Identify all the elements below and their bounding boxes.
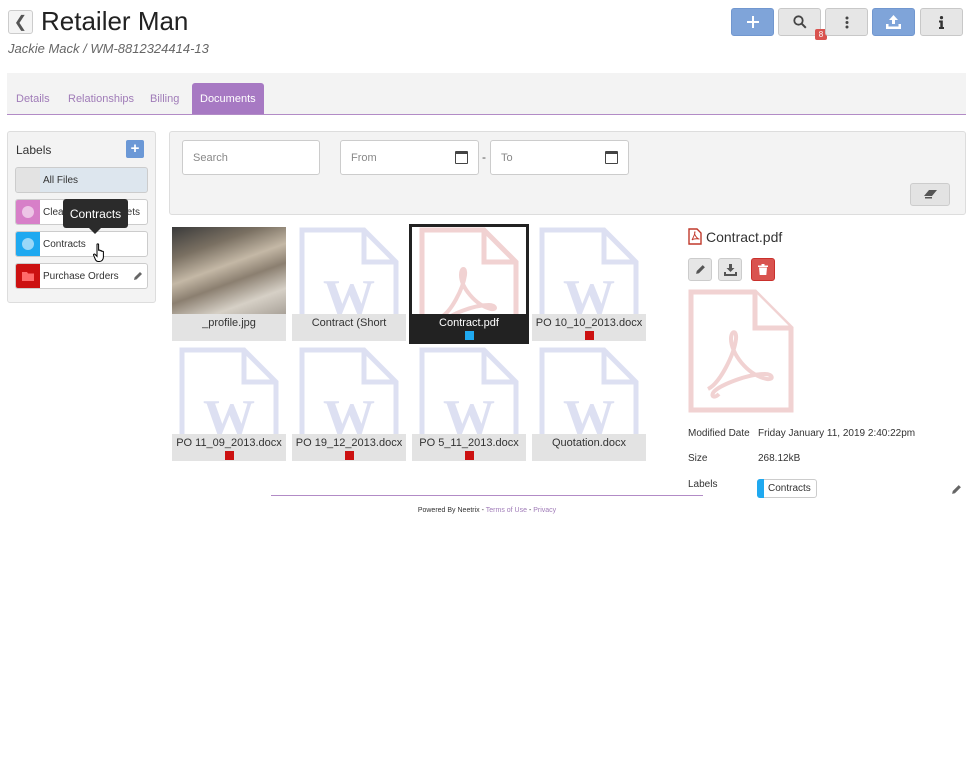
modified-date-label: Modified Date bbox=[688, 428, 750, 439]
label-swatch bbox=[16, 200, 40, 224]
range-separator: - bbox=[482, 150, 486, 164]
calendar-icon[interactable] bbox=[455, 151, 468, 164]
file-label-marker bbox=[584, 331, 594, 340]
file-name: Quotation.docx bbox=[552, 437, 626, 449]
footer: Powered By Neetrix - Terms of Use - Priv… bbox=[271, 507, 703, 514]
label-swatch bbox=[16, 232, 40, 256]
more-vertical-icon bbox=[845, 16, 848, 28]
from-date-input[interactable]: From bbox=[340, 140, 479, 175]
add-label-button[interactable]: + bbox=[126, 140, 144, 158]
download-icon bbox=[723, 263, 737, 276]
label-chip-text: Contracts bbox=[768, 483, 811, 494]
tooltip: Contracts bbox=[63, 199, 128, 234]
file-tile[interactable]: W PO 10_10_2013.docx bbox=[532, 227, 646, 341]
file-label-marker bbox=[224, 451, 234, 460]
label-item-purchase-orders[interactable]: Purchase Orders bbox=[15, 263, 148, 289]
label-item-text: Contracts bbox=[43, 238, 86, 250]
pencil-icon bbox=[695, 265, 705, 274]
upload-icon bbox=[886, 15, 901, 29]
page-title: Retailer Man bbox=[41, 6, 189, 36]
file-tile[interactable]: W PO 5_11_2013.docx bbox=[412, 347, 526, 461]
file-label-marker bbox=[464, 451, 474, 460]
info-icon bbox=[939, 15, 944, 29]
add-button[interactable] bbox=[731, 8, 774, 36]
file-caption: Quotation.docx bbox=[532, 434, 646, 461]
delete-file-button[interactable] bbox=[751, 258, 775, 281]
labels-title: Labels bbox=[16, 143, 52, 157]
back-button[interactable]: ❮ bbox=[8, 10, 33, 34]
edit-labels-pencil-icon[interactable] bbox=[951, 484, 962, 495]
tab-relationships[interactable]: Relationships bbox=[60, 83, 142, 114]
globe-icon bbox=[21, 206, 34, 218]
hand-cursor-icon bbox=[93, 243, 104, 262]
label-chip-color bbox=[757, 479, 764, 498]
label-item-text: Clea bbox=[43, 206, 64, 218]
file-thumbnail-image bbox=[172, 227, 286, 314]
file-tile[interactable]: W PO 19_12_2013.docx bbox=[292, 347, 406, 461]
plus-icon: + bbox=[130, 140, 140, 157]
pencil-icon[interactable] bbox=[133, 271, 143, 281]
file-caption: PO 10_10_2013.docx bbox=[532, 314, 646, 341]
label-item-text: All Files bbox=[43, 174, 79, 186]
clear-filter-button[interactable] bbox=[910, 183, 950, 206]
label-item-text: Purchase Orders bbox=[43, 270, 119, 282]
download-file-button[interactable] bbox=[718, 258, 742, 281]
pdf-icon bbox=[688, 228, 702, 245]
file-caption: Contract (Short bbox=[292, 314, 406, 341]
folder-icon bbox=[21, 271, 34, 281]
file-name: PO 11_09_2013.docx bbox=[176, 437, 282, 449]
label-item-contracts[interactable]: Contracts bbox=[15, 231, 148, 257]
modified-date-value: Friday January 11, 2019 2:40:22pm bbox=[758, 428, 916, 439]
tab-billing[interactable]: Billing bbox=[142, 83, 187, 114]
detail-file-name: Contract.pdf bbox=[706, 229, 783, 245]
globe-icon bbox=[21, 238, 34, 250]
footer-divider bbox=[271, 495, 703, 496]
from-placeholder: From bbox=[351, 151, 377, 164]
edit-file-button[interactable] bbox=[688, 258, 712, 281]
privacy-link[interactable]: Privacy bbox=[533, 507, 556, 514]
tab-documents[interactable]: Documents bbox=[192, 83, 264, 114]
file-tile[interactable]: W Quotation.docx bbox=[532, 347, 646, 461]
label-chip[interactable]: Contracts bbox=[757, 479, 817, 498]
eraser-icon bbox=[923, 190, 937, 199]
info-button[interactable] bbox=[920, 8, 963, 36]
file-label-marker bbox=[344, 451, 354, 460]
chevron-left-icon: ❮ bbox=[13, 14, 28, 31]
file-tile[interactable]: W Contract (Short bbox=[292, 227, 406, 341]
plus-icon bbox=[746, 16, 759, 28]
file-tile[interactable]: W PO 11_09_2013.docx bbox=[172, 347, 286, 461]
file-name: PO 10_10_2013.docx bbox=[535, 317, 643, 329]
file-caption: PO 5_11_2013.docx bbox=[412, 434, 526, 461]
to-placeholder: To bbox=[501, 151, 513, 164]
file-caption: PO 19_12_2013.docx bbox=[292, 434, 406, 461]
search-icon bbox=[792, 15, 807, 29]
label-swatch bbox=[16, 168, 40, 192]
terms-link[interactable]: Terms of Use bbox=[486, 507, 527, 514]
trash-icon bbox=[758, 264, 768, 275]
file-caption: PO 11_09_2013.docx bbox=[172, 434, 286, 461]
tab-details[interactable]: Details bbox=[8, 83, 58, 114]
file-tile[interactable]: _profile.jpg bbox=[172, 227, 286, 341]
selected-file-frame bbox=[409, 224, 529, 344]
search-input[interactable]: Search bbox=[182, 140, 320, 175]
file-name: _profile.jpg bbox=[202, 317, 256, 329]
page-subtitle: Jackie Mack / WM-8812324414-13 bbox=[8, 41, 209, 56]
label-item-all-files[interactable]: All Files bbox=[15, 167, 148, 193]
pdf-preview-icon bbox=[688, 289, 794, 413]
size-value: 268.12kB bbox=[758, 453, 801, 464]
calendar-icon[interactable] bbox=[605, 151, 618, 164]
footer-prefix: Powered By Neetrix - bbox=[417, 507, 486, 514]
more-button[interactable] bbox=[825, 8, 868, 36]
upload-button[interactable] bbox=[872, 8, 915, 36]
labels-field-label: Labels bbox=[688, 479, 718, 490]
file-name: PO 19_12_2013.docx bbox=[295, 437, 403, 449]
size-label: Size bbox=[688, 453, 708, 464]
file-name: PO 5_11_2013.docx bbox=[419, 437, 519, 449]
label-item-text-tail: ets bbox=[126, 206, 140, 218]
file-name: Contract (Short bbox=[311, 317, 387, 329]
to-date-input[interactable]: To bbox=[490, 140, 629, 175]
file-caption: _profile.jpg bbox=[172, 314, 286, 341]
label-swatch bbox=[16, 264, 40, 288]
